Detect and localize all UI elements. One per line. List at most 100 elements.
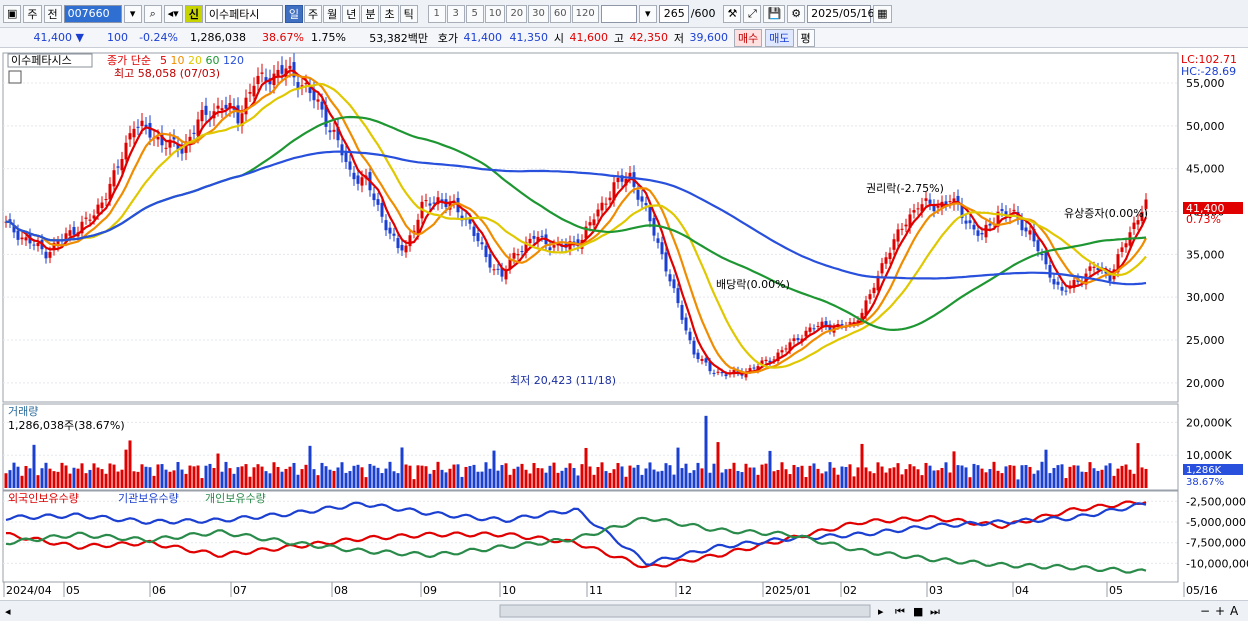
zoom-in-icon[interactable]: +	[1215, 604, 1225, 618]
x-tick-label: 09	[423, 584, 437, 597]
volume-bar	[1092, 468, 1096, 488]
interval-num-10[interactable]: 10	[484, 4, 506, 23]
interval-tab-0[interactable]: 일	[284, 4, 303, 23]
layout-icon[interactable]: ▣	[3, 4, 22, 23]
volume-bar	[736, 470, 740, 488]
stock-chart[interactable]: 55,00050,00045,00040,00035,00030,00025,0…	[0, 51, 1248, 601]
volume-bar	[156, 464, 160, 488]
sell-button[interactable]: 매도	[765, 28, 794, 47]
candle-body	[164, 147, 168, 149]
volume-bar	[952, 451, 956, 488]
volume-bar	[780, 462, 784, 488]
interval-tab-2[interactable]: 월	[323, 4, 342, 23]
search-icon[interactable]: ⌕	[143, 4, 162, 23]
scroll-bar[interactable]: ◂ ▸ ⏮ ■ ⏭ − + A	[0, 600, 1248, 621]
volume-bar	[644, 468, 648, 488]
count-input[interactable]: 265	[658, 4, 689, 23]
draw-tool-icon[interactable]: ⤢	[743, 4, 762, 23]
stock-name-field[interactable]: 이수페타시	[204, 4, 283, 23]
holdings-tick-label: -5,000,000	[1186, 516, 1246, 529]
candle-body	[120, 159, 124, 171]
interval-num-120[interactable]: 120	[571, 4, 599, 23]
chart-tool-icon[interactable]: ⚒	[723, 4, 742, 23]
high-value: 42,350	[629, 31, 669, 44]
candle-body	[932, 205, 936, 212]
period-type-select[interactable]: 주	[23, 4, 42, 23]
volume-bar	[468, 465, 472, 488]
volume-bar	[984, 472, 988, 488]
volume-bar	[104, 473, 108, 488]
interval-num-30[interactable]: 30	[528, 4, 549, 23]
candle-body	[668, 274, 672, 282]
candle-body	[24, 237, 28, 241]
candle-body	[1024, 227, 1028, 232]
gear-icon[interactable]: ⚙	[787, 4, 806, 23]
stop-icon[interactable]: ■	[913, 605, 923, 618]
volume-bar	[1088, 462, 1092, 488]
price-tick-label: 30,000	[1186, 291, 1225, 304]
interval-tab-4[interactable]: 분	[361, 4, 380, 23]
volume-bar	[272, 462, 276, 488]
volume-bar	[700, 468, 704, 488]
candle-body	[192, 132, 196, 134]
candle-body	[84, 217, 88, 219]
dropdown-arrow-icon[interactable]: ▾	[638, 4, 657, 23]
candle-body	[700, 358, 704, 361]
volume-bar	[292, 462, 296, 488]
volume-bar	[328, 469, 332, 488]
interval-tab-5[interactable]: 초	[380, 4, 399, 23]
scroll-left-icon[interactable]: ◂	[5, 605, 11, 618]
interval-tab-6[interactable]: 틱	[399, 4, 418, 23]
bid-label: 호가	[437, 31, 458, 45]
candle-body	[16, 230, 20, 240]
candle-body	[1124, 243, 1128, 248]
volume-bar	[664, 463, 668, 488]
scroll-right-icon[interactable]: ▸	[878, 605, 884, 618]
interval-num-3[interactable]: 3	[446, 4, 465, 23]
panel-icon[interactable]	[8, 70, 22, 84]
volume-bar	[964, 467, 968, 488]
last-page-icon[interactable]: ⏭	[930, 605, 940, 618]
chart-area[interactable]: 55,00050,00045,00040,00035,00030,00025,0…	[0, 51, 1248, 601]
candle-body	[804, 330, 808, 337]
interval-tab-3[interactable]: 년	[342, 4, 361, 23]
candle-body	[348, 161, 352, 170]
speaker-icon[interactable]: ◂▾	[163, 4, 183, 23]
dropdown-arrow-icon[interactable]: ▾	[123, 4, 142, 23]
interval-num-1[interactable]: 1	[427, 4, 446, 23]
candle-body	[656, 238, 660, 243]
first-page-icon[interactable]: ⏮	[895, 605, 905, 618]
interval-num-20[interactable]: 20	[506, 4, 528, 23]
volume-bar	[768, 450, 772, 488]
candle-body	[100, 202, 104, 209]
volume-bar	[312, 469, 316, 488]
volume-bar	[240, 466, 244, 488]
interval-tab-1[interactable]: 주	[303, 4, 323, 23]
candle-body	[224, 104, 228, 109]
ask-value: 41,350	[509, 31, 549, 44]
volume-bar	[680, 468, 684, 488]
volume-bar	[760, 464, 764, 488]
candle-body	[1048, 264, 1052, 278]
volume-bar	[188, 465, 192, 488]
prev-button[interactable]: 전	[43, 4, 62, 23]
candle-body	[1064, 290, 1068, 292]
save-icon[interactable]: 💾	[763, 4, 786, 23]
volume-bar	[548, 465, 552, 488]
zoom-out-icon[interactable]: −	[1200, 604, 1210, 618]
custom-interval-input[interactable]	[600, 4, 637, 23]
interval-num-60[interactable]: 60	[549, 4, 571, 23]
volume-bar	[832, 467, 836, 488]
volume-bar	[716, 442, 720, 488]
volume-bar	[732, 462, 736, 488]
calendar-icon[interactable]: ▦	[873, 4, 892, 23]
font-size-icon[interactable]: A	[1230, 604, 1239, 618]
avg-button[interactable]: 평	[796, 28, 815, 47]
scroll-thumb[interactable]	[499, 604, 871, 618]
candle-body	[200, 110, 204, 122]
interval-num-5[interactable]: 5	[465, 4, 484, 23]
stock-code-input[interactable]: 007660	[63, 4, 122, 23]
date-input[interactable]: 2025/05/16	[807, 4, 875, 23]
credit-badge[interactable]: 신	[184, 4, 203, 23]
buy-button[interactable]: 매수	[734, 28, 763, 47]
